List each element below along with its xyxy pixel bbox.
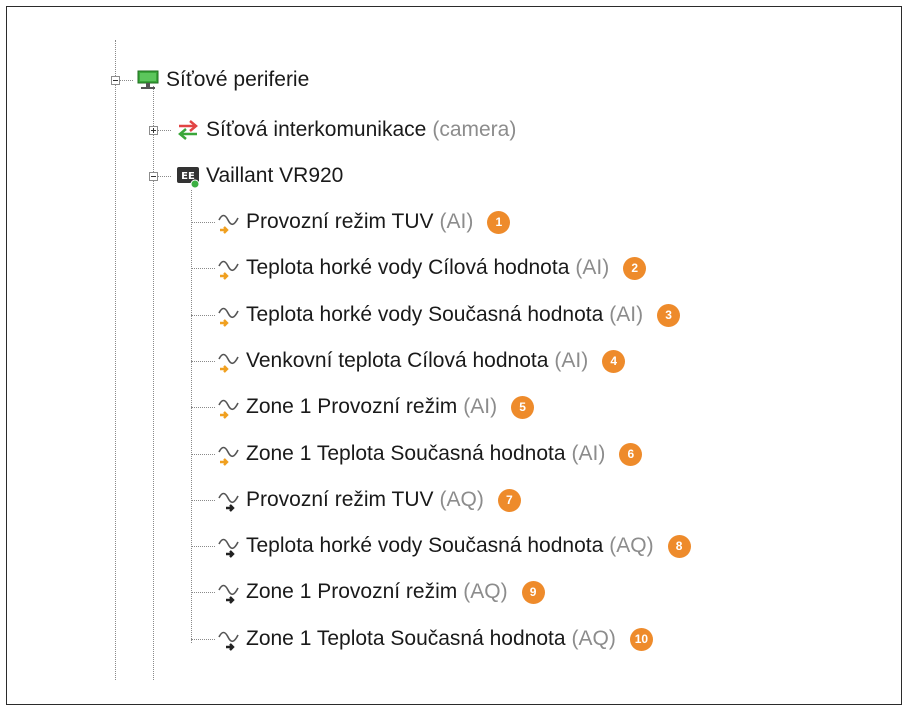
analog-input-icon (218, 307, 239, 327)
tree-connector (191, 592, 215, 593)
node-label: Zone 1 Teplota Současná hodnota (246, 627, 566, 650)
node-type-tag: (camera) (432, 118, 517, 141)
callout-badge: 4 (602, 349, 626, 373)
tree-node-signal[interactable]: Provozní režim TUV (AI) 1 (216, 206, 511, 238)
collapse-toggle[interactable] (111, 76, 120, 85)
tree-connector (191, 222, 215, 223)
tree-node-signal[interactable]: Venkovní teplota Cílová hodnota (AI) 4 (216, 345, 626, 377)
callout-badge: 2 (623, 256, 647, 280)
callout-badge: 3 (657, 303, 681, 327)
node-type-tag: (AI) (439, 210, 474, 233)
callout-badge: 6 (619, 442, 643, 466)
node-label: Provozní režim TUV (246, 488, 434, 511)
analog-input-icon (218, 446, 239, 466)
node-label: Venkovní teplota Cílová hodnota (246, 349, 549, 372)
node-label: Zone 1 Teplota Současná hodnota (246, 442, 566, 465)
node-type-tag: (AQ) (571, 627, 616, 650)
tree-connector (191, 500, 215, 501)
analog-input-icon (218, 260, 239, 280)
swap-arrows-icon (178, 120, 198, 140)
status-dot (190, 179, 200, 188)
tree-connector (191, 454, 215, 455)
tree-node-signal[interactable]: Teplota horké vody Současná hodnota (AI) 3 (216, 299, 681, 331)
tree-connector (191, 639, 215, 640)
node-label: Teplota horké vody Současná hodnota (246, 534, 604, 557)
node-label: Zone 1 Provozní režim (246, 395, 458, 418)
tree-connector (191, 546, 215, 547)
node-type-tag: (AQ) (609, 534, 654, 557)
tree-connector (115, 40, 116, 680)
tree-connector (191, 407, 215, 408)
tree-node-signal[interactable]: Zone 1 Provozní režim (AI) 5 (216, 391, 535, 423)
tree-node-signal[interactable]: Teplota horké vody Současná hodnota (AQ) 8 (216, 530, 691, 562)
tree-node-signal[interactable]: Zone 1 Provozní režim (AQ) 9 (216, 576, 545, 608)
node-label: Vaillant VR920 (206, 164, 344, 187)
device-module-icon: EE (177, 167, 200, 188)
analog-output-icon (218, 631, 239, 651)
analog-input-icon (218, 353, 239, 373)
node-label: Teplota horké vody Současná hodnota (246, 303, 604, 326)
analog-output-icon (218, 584, 239, 604)
analog-output-icon (218, 538, 239, 558)
node-label: Zone 1 Provozní režim (246, 580, 458, 603)
callout-badge: 1 (487, 210, 511, 234)
analog-input-icon (218, 399, 239, 419)
tree-connector (191, 361, 215, 362)
tree-node-signal[interactable]: Teplota horké vody Cílová hodnota (AI) 2 (216, 252, 647, 284)
tree-connector (191, 315, 215, 316)
network-monitor-icon (137, 70, 159, 89)
analog-output-icon (218, 492, 239, 512)
tree-node-signal[interactable]: Provozní režim TUV (AQ) 7 (216, 484, 521, 516)
tree-node-network-peripherals[interactable]: Síťové periferie (136, 64, 309, 96)
analog-input-icon (218, 214, 239, 234)
node-label: Teplota horké vody Cílová hodnota (246, 256, 570, 279)
tree-node-signal[interactable]: Zone 1 Teplota Současná hodnota (AQ) 10 (216, 623, 653, 655)
callout-badge: 9 (521, 580, 545, 604)
node-type-tag: (AI) (571, 442, 606, 465)
node-type-tag: (AQ) (463, 580, 508, 603)
tree-connector (191, 268, 215, 269)
tree-node-intercom[interactable]: Síťová interkomunikace (camera) (176, 114, 516, 146)
node-type-tag: (AI) (463, 395, 498, 418)
node-type-tag: (AI) (575, 256, 610, 279)
callout-badge: 5 (511, 395, 535, 419)
callout-badge: 7 (497, 488, 521, 512)
node-label: Síťové periferie (166, 68, 310, 91)
node-label: Provozní režim TUV (246, 210, 434, 233)
callout-badge: 10 (629, 627, 653, 651)
tree-node-signal[interactable]: Zone 1 Teplota Současná hodnota (AI) 6 (216, 438, 643, 470)
collapse-toggle[interactable] (149, 172, 158, 181)
device-tree: Síťové periferie Síťová interkomunikace … (0, 0, 908, 711)
callout-badge: 8 (667, 534, 691, 558)
expand-toggle[interactable] (149, 126, 158, 135)
node-type-tag: (AQ) (439, 488, 484, 511)
tree-connector (191, 190, 192, 643)
tree-node-vaillant-vr920[interactable]: EE Vaillant VR920 (176, 160, 343, 192)
node-type-tag: (AI) (609, 303, 644, 326)
node-type-tag: (AI) (554, 349, 589, 372)
node-label: Síťová interkomunikace (206, 118, 427, 141)
